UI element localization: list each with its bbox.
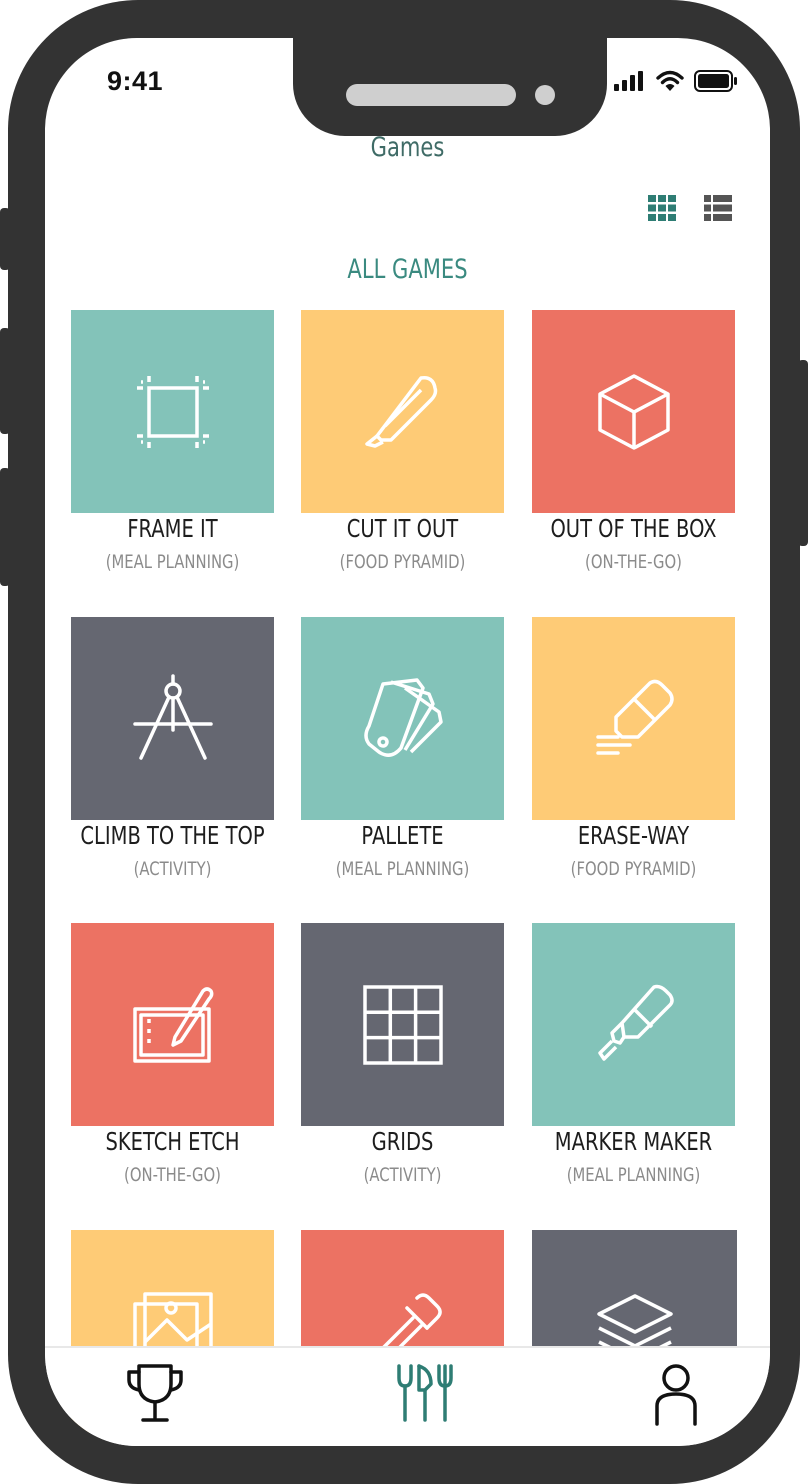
page-title: Games [370,132,445,163]
drawing-tablet-icon [132,986,213,1063]
screen: 9:41 Games ALL GAMES FRAME IT (MEAL PLAN… [45,38,770,1446]
game-category: (MEAL PLANNING) [566,1164,701,1186]
game-category: (ON-THE-GO) [124,1164,221,1186]
marker-icon [597,984,674,1061]
game-name: OUT OF THE BOX [550,514,717,543]
battery-icon [694,70,737,92]
tile-background [532,310,735,513]
game-name: SKETCH ETCH [105,1127,240,1156]
game-name: CLIMB TO THE TOP [80,821,265,850]
game-tile-erase-way[interactable]: ERASE-WAY (FOOD PYRAMID) [532,617,735,880]
mute-switch [0,208,10,270]
game-tile-sketch-etch[interactable]: SKETCH ETCH (ON-THE-GO) [71,923,274,1186]
list-view-icon[interactable] [704,195,732,221]
game-tile-climb-to-the-top[interactable]: CLIMB TO THE TOP (ACTIVITY) [71,617,274,880]
game-tile-out-of-the-box[interactable]: OUT OF THE BOX (ON-THE-GO) [532,310,735,573]
frame-icon [136,375,209,448]
volume-down-button [0,468,10,586]
game-name: PALLETE [361,821,444,850]
profile-icon[interactable] [653,1362,699,1426]
tile-background [301,617,504,820]
eraser-icon [595,679,674,755]
swatch-icon [363,677,443,757]
game-name: FRAME IT [127,514,218,543]
game-category: (ACTIVITY) [363,1164,442,1186]
game-category: (MEAL PLANNING) [105,551,240,573]
wifi-icon [656,70,684,91]
game-tile-frame-it[interactable]: FRAME IT (MEAL PLANNING) [71,310,274,573]
grid-view-icon[interactable] [648,195,676,221]
trophy-icon[interactable] [125,1362,185,1424]
front-camera [535,85,555,105]
game-tile-pallete[interactable]: PALLETE (MEAL PLANNING) [301,617,504,880]
cube-icon [597,373,670,450]
tile-background [532,923,735,1126]
game-name: CUT IT OUT [346,514,459,543]
tab-bar [45,1346,770,1446]
game-name: GRIDS [371,1127,434,1156]
game-name: MARKER MAKER [554,1127,713,1156]
tile-background [71,617,274,820]
game-tile-grids[interactable]: GRIDS (ACTIVITY) [301,923,504,1186]
tile-background [71,923,274,1126]
tile-background [301,310,504,513]
grid-icon [362,984,443,1065]
fork-knife-icon[interactable] [395,1362,457,1424]
game-name: ERASE-WAY [577,821,690,850]
section-title: ALL GAMES [347,254,468,285]
volume-up-button [0,328,10,434]
game-category: (MEAL PLANNING) [335,858,470,880]
game-tile-marker-maker[interactable]: MARKER MAKER (MEAL PLANNING) [532,923,735,1186]
status-icons [614,70,738,92]
tile-background [301,923,504,1126]
signal-icon [614,71,643,91]
game-category: (FOOD PYRAMID) [339,551,466,573]
speaker [346,84,516,106]
cutter-knife-icon [364,375,437,448]
power-button [798,360,808,546]
game-category: (FOOD PYRAMID) [570,858,697,880]
game-tile-cut-it-out[interactable]: CUT IT OUT (FOOD PYRAMID) [301,310,504,573]
compass-tool-icon [132,673,213,760]
game-category: (ACTIVITY) [133,858,212,880]
status-time: 9:41 [107,66,164,96]
tile-background [532,617,735,820]
tile-background [71,310,274,513]
game-category: (ON-THE-GO) [585,551,682,573]
